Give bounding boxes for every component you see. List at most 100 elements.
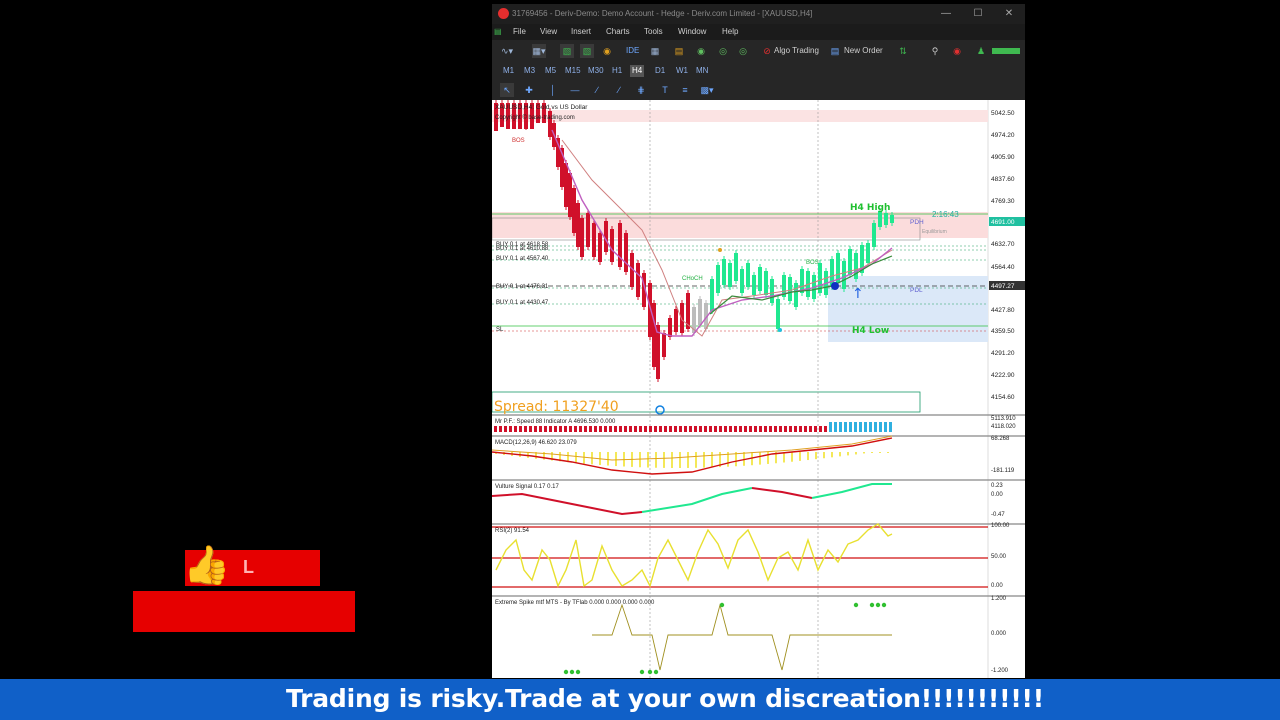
search-icon[interactable]: ⚲ [928,44,942,58]
menu-window[interactable]: Window [678,24,706,40]
signals-icon[interactable]: ◉ [600,44,614,58]
spike-dot-9 [875,602,881,608]
timeframe-m3[interactable]: M3 [522,65,537,77]
speed-bar-75 [869,422,872,432]
text-tool-icon[interactable]: T [658,83,672,97]
depth-icon[interactable]: ▧ [560,44,574,58]
timeframe-m5[interactable]: M5 [543,65,558,77]
new-order-icon[interactable]: ▤ [828,44,842,58]
timeframe-bar: M1 M3 M5 M15 M30 H1 H4 D1 W1 MN [492,62,1025,80]
speed-indicator-label: Mr P.F.: Speed 88 Indicator A 4696.530 0… [495,419,616,425]
drawing-toolbar: ↖ ✚ │ — ∕ ∕ ⋕ T ≡ ▩▾ [492,80,1025,100]
cloud-icon[interactable]: ◎ [736,44,750,58]
speed-bar-63 [809,426,812,432]
price-tick-11: 4154.60 [991,394,1015,401]
title-bar[interactable]: 31769456 - Deriv-Demo: Demo Account - He… [492,4,1025,24]
speed-bar-51 [749,426,752,432]
like-subscribe-widget[interactable]: 👍 L [133,545,355,633]
timeframe-h1[interactable]: H1 [610,65,624,77]
ide-button[interactable]: IDE [626,44,639,58]
market-icon[interactable]: ◉ [694,44,708,58]
vps-icon[interactable]: ◎ [716,44,730,58]
candle-body-46 [752,275,756,295]
new-order-button[interactable]: New Order [844,44,883,58]
subscribe-badge[interactable] [133,591,355,632]
chart-type-icon[interactable]: ∿▾ [500,44,514,58]
swing-high-marker [718,248,722,252]
grid-icon[interactable]: ▦ [648,44,662,58]
candle-body-65 [866,243,870,263]
pitchfork-icon[interactable]: ⋕ [634,83,648,97]
timeframe-h4[interactable]: H4 [630,65,645,77]
account-icon[interactable]: ♟ [974,44,988,58]
menu-tools[interactable]: Tools [644,24,663,40]
horizontal-line-icon[interactable]: — [568,83,582,97]
fibonacci-icon[interactable]: ≡ [678,83,692,97]
trade-arrows-icon[interactable]: ⇅ [896,44,910,58]
candle-body-16 [576,203,580,247]
signal-strength-bar [992,48,1020,54]
speed-bar-3 [509,426,512,432]
menu-help[interactable]: Help [722,24,738,40]
minimize-button[interactable]: — [934,4,958,24]
candle-body-48 [764,271,768,295]
candle-body-15 [572,188,576,233]
vertical-line-icon[interactable]: │ [546,83,560,97]
notifications-icon[interactable]: ◉ [950,44,964,58]
rsi-scale-0: 100.00 [991,523,1010,529]
speed-bar-44 [714,426,717,432]
speed-bar-20 [594,426,597,432]
maximize-button[interactable]: ☐ [966,4,990,24]
shapes-icon[interactable]: ▩▾ [700,83,714,97]
timeframe-d1[interactable]: D1 [653,65,667,77]
speed-bar-67 [829,422,832,432]
price-tick-9: 4291.20 [991,350,1015,357]
timeframe-m15[interactable]: M15 [563,65,583,77]
choch-label: CHoCH [682,276,703,282]
order-label-4: BUY 0.1 at 4430.47 [496,300,549,306]
h4-high-label: H4 High [850,203,890,213]
menu-file[interactable]: File [513,24,526,40]
cursor-icon[interactable]: ↖ [500,83,514,97]
menu-view[interactable]: View [540,24,557,40]
buy-arrow-icon: ↑ [852,286,864,302]
algo-trading-button[interactable]: Algo Trading [774,44,819,58]
speed-bar-10 [544,426,547,432]
candle-body-37 [698,299,702,325]
candle-body-40 [716,265,720,293]
channel-icon[interactable]: ∕ [612,83,626,97]
chart-canvas[interactable]: ↑ 5042.50 4974.20 4905.90 4837.60 4769.30 4632… [492,100,1025,678]
trendline-icon[interactable]: ∕ [590,83,604,97]
chart-bars-icon[interactable]: ▦▾ [532,44,546,58]
menu-app-icon[interactable]: ▤ [494,24,502,40]
bos-label-bear: BOS [512,138,525,144]
crosshair-icon[interactable]: ✚ [522,83,536,97]
menu-insert[interactable]: Insert [571,24,591,40]
speed-bar-8 [534,426,537,432]
algo-trading-icon[interactable]: ⊘ [760,44,774,58]
candle-body-41 [722,259,726,285]
spike-dot-3 [639,669,645,675]
speed-bar-37 [679,426,682,432]
macd-indicator-label: MACD(12,26,9) 46.620 23.079 [495,440,577,446]
vulture-bear-line-1 [492,492,643,516]
speed-bar-68 [834,422,837,432]
one-click-icon[interactable]: ▧ [580,44,594,58]
price-tick-4: 4769.30 [991,198,1015,205]
timeframe-m30[interactable]: M30 [586,65,606,77]
timeframe-w1[interactable]: W1 [674,65,690,77]
chart-area[interactable]: ↑ 5042.50 4974.20 4905.90 4837.60 4769.30 4632… [492,100,1025,678]
spike-scale-1: 0.000 [991,631,1007,637]
timeframe-mn[interactable]: MN [694,65,710,77]
close-button[interactable]: ✕ [997,4,1021,24]
speed-bar-38 [684,426,687,432]
lock-icon[interactable]: ▤ [672,44,686,58]
vulture-bear-line-2 [751,487,813,499]
timeframe-m1[interactable]: M1 [501,65,516,77]
candle-body-24 [624,233,628,272]
speed-bar-54 [764,426,767,432]
menu-charts[interactable]: Charts [606,24,630,40]
order-label-2: BUY 0.1 at 4567.40 [496,256,549,262]
spike-dot-7 [853,602,859,608]
candle-body-69 [890,215,894,223]
